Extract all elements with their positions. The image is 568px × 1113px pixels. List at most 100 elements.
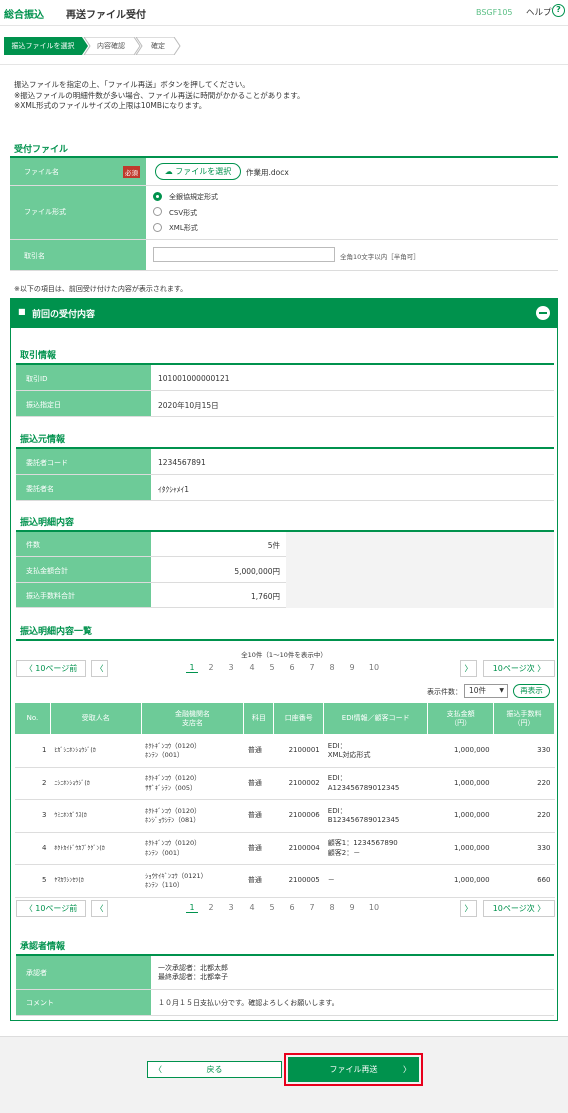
chevron-left-icon: 〈 [24,904,36,913]
file-name-label-cell: ファイル名 必須 [10,158,146,185]
recipient-name: ﾋｶﾞｼﾆﾎﾝｼｮｳｼﾞ(ｶ [50,734,142,768]
page-number[interactable]: 9 [346,903,358,912]
table-row: 1 ﾋｶﾞｼﾆﾎﾝｼｮｳｼﾞ(ｶ ﾎｸﾄｷﾞﾝｺｳ（0120） ﾎﾝﾃﾝ（001）… [14,734,555,768]
edi-line: 顧客1：1234567890 [327,839,398,847]
row-no: 2 [14,767,51,800]
next-10-pages-button[interactable]: 10ページ次 〉 [483,900,555,917]
transaction-section-title: 取引情報 [20,351,57,361]
label-cell: 取引ID [16,365,151,390]
edi-line: B123456789012345 [327,816,400,824]
column-header: 口座番号 [273,702,325,735]
source-section-title: 振込元情報 [20,435,66,445]
page-number[interactable]: 1 [186,663,198,673]
payment-amount: 1,000,000 [427,767,494,800]
choose-file-label: ファイルを選択 [175,167,232,176]
bank-branch: ﾎｸﾄｷﾞﾝｺｳ（0120） ﾎﾝﾃﾝ（001） [141,734,244,768]
account-number: 2100006 [273,799,324,833]
label-cell: 承認者 [16,956,151,989]
page-number[interactable]: 8 [326,663,338,672]
help-icon[interactable]: ? [552,4,565,17]
page-number[interactable]: 3 [225,903,237,912]
page-number[interactable]: 2 [205,663,217,672]
bank-name: ﾎｸﾄｷﾞﾝｺｳ（0120） [145,774,201,782]
page-number[interactable]: 4 [246,903,258,912]
info-row: 委託者コード 1234567891 [16,449,554,475]
bank-branch: ﾎｸﾄｷﾞﾝｺｳ（0120） ﾎﾝﾃﾝ（001） [141,832,244,865]
account-number: 2100004 [273,832,324,865]
info-row: 振込指定日 2020年10月15日 [16,391,554,417]
torihiki-hint: 全角10文字以内［半角可］ [340,253,420,261]
account-type: 普通 [243,864,274,898]
format-radio-xml[interactable] [153,223,162,232]
list-count-text: 全10件（1～10件を表示中） [241,651,327,659]
page-number[interactable]: 5 [266,663,278,672]
account-number: 2100001 [273,734,324,768]
transfer-fee: 330 [493,832,555,865]
page-number[interactable]: 4 [246,663,258,672]
format-radio-csv[interactable] [153,207,162,216]
page-number[interactable]: 2 [205,903,217,912]
column-header: 科目 [243,702,275,735]
approver-names: 一次承認者：北都太郎 最終承認者：北都幸子 [158,964,228,982]
page-number[interactable]: 8 [326,903,338,912]
format-radio-zengin[interactable] [153,192,162,201]
payment-amount: 1,000,000 [427,864,494,898]
format-option-label: 全銀協規定形式 [169,193,218,201]
total-fee-value: 1,760円 [251,592,280,601]
branch-name: ﾎﾝﾃﾝ（001） [145,848,184,857]
prev-page-button[interactable]: 〈 [91,900,108,917]
transfer-fee: 220 [493,767,555,800]
back-button[interactable]: 〈 戻る [147,1061,282,1078]
label-cell: 支払金額合計 [16,557,151,582]
chevron-right-icon: 〉 [534,904,546,913]
page-number[interactable]: 5 [266,903,278,912]
page-number[interactable]: 7 [306,663,318,672]
step-indicator: 振込ファイルを選択 内容確認 確定 [0,27,568,65]
account-type: 普通 [243,832,274,865]
file-name-row: ファイル名 必須 ☁ ファイルを選択 作業用.docx [10,158,558,186]
page-number[interactable]: 9 [346,663,358,672]
comment-value: １０月１５日支払い分です。確認よろしくお願いします。 [158,999,339,1007]
page-number[interactable]: 1 [186,903,198,913]
intro-line: 振込ファイルを指定の上、「ファイル再送」ボタンを押してください。 [14,80,250,89]
dropdown-arrow-icon: ▼ [499,687,504,694]
account-number: 2100002 [273,767,324,800]
choose-file-button[interactable]: ☁ ファイルを選択 [155,163,241,180]
summary-row: 件数 5件 [16,532,286,557]
page-number[interactable]: 10 [366,663,382,672]
prev-page-button[interactable]: 〈 [91,660,108,677]
resend-file-button[interactable]: ファイル再送 〉 [288,1057,419,1082]
edi-line: EDI： [327,774,347,782]
approver-row: 承認者 一次承認者：北都太郎 最終承認者：北都幸子 [16,956,554,990]
chevron-right-icon: 〉 [464,904,473,913]
edi-line: 顧客2：－ [327,848,361,857]
page-number[interactable]: 6 [286,903,298,912]
edi-line: XML対応形式 [327,751,371,759]
page-number[interactable]: 7 [306,903,318,912]
next-page-button[interactable]: 〉 [460,660,477,677]
reshow-button[interactable]: 再表示 [513,684,550,698]
page-number[interactable]: 3 [225,663,237,672]
table-header-row: No. 受取人名 金融機関名 支店名 科目 口座番号 EDI情報／顧客コード 支… [14,702,555,735]
count-value: 5件 [267,541,280,550]
next-10-pages-button[interactable]: 10ページ次 〉 [483,660,555,677]
intro-line: ※振込ファイルの明細件数が多い場合、ファイル再送に時間がかかることがあります。 [14,90,305,100]
page-number[interactable]: 10 [366,903,382,912]
step-1: 振込ファイルを選択 [11,42,75,50]
prev-10-pages-button[interactable]: 〈 10ページ前 [16,660,86,677]
previous-panel-header[interactable]: ■ 前回の受付内容 [10,298,558,328]
per-page-select[interactable]: 10件 ▼ [464,684,508,698]
next-page-button[interactable]: 〉 [460,900,477,917]
transaction-id-value: 101001000000121 [158,374,230,383]
consignor-code-value: 1234567891 [158,458,206,467]
summary-row: 支払金額合計 5,000,000円 [16,557,286,583]
page-number[interactable]: 6 [286,663,298,672]
help-link[interactable]: ヘルプ [526,6,552,18]
prev-10-pages-button[interactable]: 〈 10ページ前 [16,900,86,917]
collapse-icon[interactable] [536,306,550,320]
column-header: 振込手数料 （円） [493,702,555,735]
intro-line: ※XML形式のファイルサイズの上限は10MBになります。 [14,101,207,110]
recipient-name: ﾆｼﾆﾎﾝｼｮｳｼﾞ(ｶ [50,767,142,800]
torihiki-name-input[interactable] [153,247,335,262]
file-format-row: ファイル形式 全銀協規定形式 CSV形式 XML形式 [10,186,558,240]
